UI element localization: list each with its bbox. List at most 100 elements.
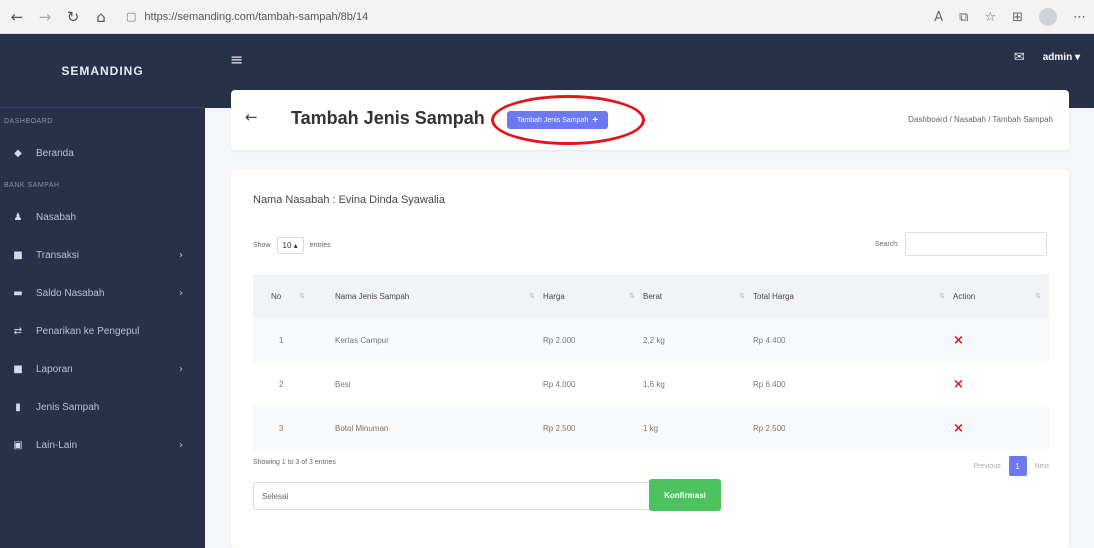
reload-icon[interactable]: ↻ [62, 6, 84, 28]
col-nama[interactable]: Nama Jenis Sampah ⇅ [313, 274, 543, 318]
money-icon: ▬ [13, 287, 23, 299]
status-select[interactable]: Selesai ⌄ [253, 482, 667, 510]
show-label: Show [253, 242, 271, 249]
entries-label: entries [309, 242, 331, 249]
content-card: Nama Nasabah : Evina Dinda Syawalia Show… [231, 170, 1069, 548]
read-aloud-icon[interactable]: A [934, 10, 943, 25]
cell-no: 2 [279, 379, 284, 389]
sidebar-item-label: Jenis Sampah [36, 401, 100, 413]
previous-page-button[interactable]: Previous [973, 463, 1000, 470]
header-label: Berat [643, 291, 663, 301]
sort-icon: ⇅ [1035, 291, 1041, 300]
sidebar-section-dashboard: DASHBOARD [4, 117, 53, 125]
search-label: Search: [874, 240, 899, 248]
sidebar-item-label: Penarikan ke Pengepul [36, 325, 140, 337]
header-label: Harga [543, 291, 565, 301]
search: Search: [875, 232, 1047, 256]
more-icon[interactable]: ⋯ [1073, 10, 1086, 25]
table-header-row: No ⇅ Nama Jenis Sampah ⇅ Harga ⇅ Berat ⇅ Tot… [253, 274, 1049, 318]
report-icon: ■ [13, 363, 23, 375]
next-page-button[interactable]: Next [1035, 463, 1049, 470]
back-arrow-icon[interactable]: ← [245, 108, 258, 126]
sidebar-item-label: Beranda [36, 147, 74, 159]
breadcrumb: Dashboard / Nasabah / Tambah Sampah [908, 115, 1053, 124]
header-label: Nama Jenis Sampah [335, 291, 410, 301]
show-entries: Show 10 ▴ entries [253, 237, 331, 254]
sort-icon: ⇅ [939, 291, 945, 300]
page-icon: ▢ [126, 10, 137, 23]
cell-total: Rp 2.500 [753, 423, 786, 433]
sampah-table: No ⇅ Nama Jenis Sampah ⇅ Harga ⇅ Berat ⇅ Tot… [253, 274, 1049, 450]
entries-select[interactable]: 10 ▴ [276, 237, 304, 254]
user-menu[interactable]: admin ▾ [1043, 52, 1080, 63]
forward-arrow-icon[interactable]: → [34, 6, 56, 28]
sidebar-section-bank-sampah: BANK SAMPAH [4, 181, 60, 189]
sort-icon: ⇅ [299, 291, 305, 300]
status-value: Selesai [262, 491, 289, 501]
header-label: Total Harga [753, 291, 794, 301]
sidebar-item-label: Lain-Lain [36, 439, 78, 451]
konfirmasi-button[interactable]: Konfirmasi [649, 479, 721, 511]
profile-icon[interactable] [1039, 8, 1057, 26]
delete-icon[interactable]: × [953, 377, 964, 392]
col-berat[interactable]: Berat ⇅ [643, 274, 753, 318]
sidebar-item-laporan[interactable]: ■ Laporan › [0, 350, 205, 388]
sidebar: SEMANDING DASHBOARD ◆ Beranda BANK SAMPA… [0, 34, 205, 548]
chevron-right-icon: › [179, 439, 183, 451]
sidebar-item-penarikan[interactable]: ⇄ Penarikan ke Pengepul [0, 312, 205, 350]
col-no[interactable]: No ⇅ [253, 274, 313, 318]
cell-total: Rp 4.400 [753, 335, 786, 345]
col-action[interactable]: Action ⇅ [953, 274, 1049, 318]
nasabah-name: Nama Nasabah : Evina Dinda Syawalia [253, 194, 445, 206]
dashboard-icon: ◆ [14, 147, 22, 159]
page-header: ← Tambah Jenis Sampah Tambah Jenis Sampa… [231, 90, 1069, 150]
wallet-icon: ■ [13, 249, 23, 261]
home-icon[interactable]: ⌂ [90, 6, 112, 28]
header-label: Action [953, 291, 976, 301]
sidebar-item-lain-lain[interactable]: ▣ Lain-Lain › [0, 426, 205, 464]
trash-icon: ▮ [15, 401, 21, 413]
sidebar-item-label: Nasabah [36, 211, 77, 223]
sidebar-item-jenis-sampah[interactable]: ▮ Jenis Sampah [0, 388, 205, 426]
cell-harga: Rp 2.500 [543, 423, 576, 433]
col-harga[interactable]: Harga ⇅ [543, 274, 643, 318]
cell-nama: Besi [335, 379, 351, 389]
address-bar[interactable]: ▢ https://semanding.com/tambah-sampah/8b… [126, 5, 886, 29]
topbar-actions: ✉ admin ▾ [1014, 50, 1080, 65]
hamburger-menu-icon[interactable]: ≡ [230, 50, 243, 69]
cell-nama: Kertas Campur [335, 335, 389, 345]
sort-icon: ⇅ [739, 291, 745, 300]
sidebar-item-beranda[interactable]: ◆ Beranda [0, 134, 205, 172]
mail-icon[interactable]: ✉ [1014, 50, 1025, 65]
sidebar-item-saldo-nasabah[interactable]: ▬ Saldo Nasabah › [0, 274, 205, 312]
delete-icon[interactable]: × [953, 333, 964, 348]
col-total[interactable]: Total Harga ⇅ [753, 274, 953, 318]
back-arrow-icon[interactable]: ← [6, 6, 28, 28]
sidebar-item-transaksi[interactable]: ■ Transaksi › [0, 236, 205, 274]
url-text[interactable]: https://semanding.com/tambah-sampah/8b/1… [144, 11, 368, 23]
table-row: 1 Kertas Campur Rp 2.000 2,2 kg Rp 4.400… [253, 318, 1049, 362]
tab-icon[interactable]: ⧉ [959, 10, 968, 25]
page-1-button[interactable]: 1 [1008, 456, 1027, 476]
search-input[interactable] [905, 232, 1047, 256]
table-info: Showing 1 to 3 of 3 entries [253, 459, 336, 466]
cell-no: 3 [279, 423, 284, 433]
browser-toolbar: ← → ↻ ⌂ ▢ https://semanding.com/tambah-s… [0, 0, 1094, 34]
favorites-icon[interactable]: ☆ [984, 10, 996, 25]
cell-harga: Rp 4.000 [543, 379, 576, 389]
chevron-right-icon: › [179, 287, 183, 299]
cell-harga: Rp 2.000 [543, 335, 576, 345]
header-label: No [271, 291, 282, 301]
sidebar-item-nasabah[interactable]: ♟ Nasabah [0, 198, 205, 236]
cell-action: × [953, 362, 1049, 406]
sort-icon: ⇅ [529, 291, 535, 300]
cell-action: × [953, 406, 1049, 450]
delete-icon[interactable]: × [953, 421, 964, 436]
sidebar-item-label: Transaksi [36, 249, 79, 261]
brand[interactable]: SEMANDING [0, 34, 205, 108]
sidebar-item-label: Saldo Nasabah [36, 287, 105, 299]
collections-icon[interactable]: ⊞ [1012, 10, 1023, 25]
cell-berat: 1 kg [643, 423, 659, 433]
browser-actions: A ⧉ ☆ ⊞ ⋯ [934, 0, 1086, 34]
brand-name[interactable]: SEMANDING [61, 64, 143, 78]
